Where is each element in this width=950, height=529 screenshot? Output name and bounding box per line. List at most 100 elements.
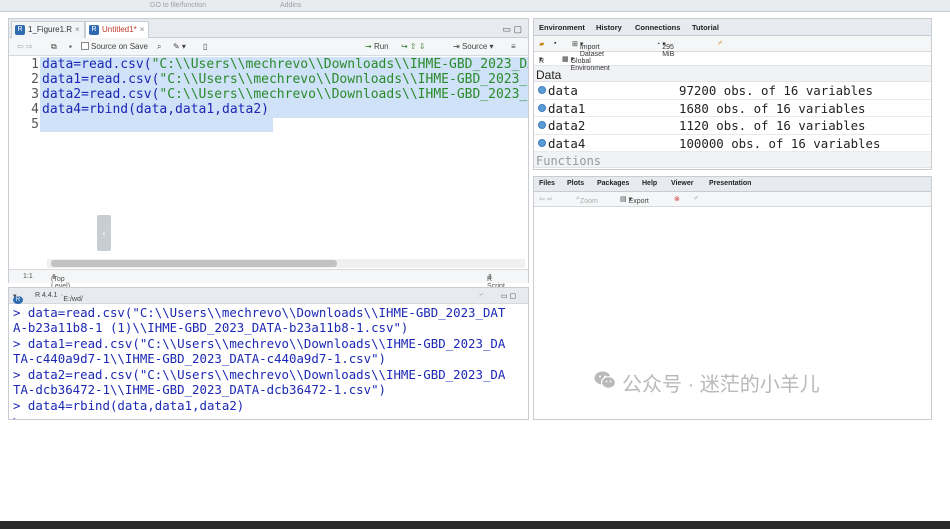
goto-file-field[interactable]: GO to file/function [150, 2, 206, 9]
language-selector[interactable]: R ▾ [539, 55, 544, 65]
tab-figure1[interactable]: R 1_Figure1.R × [11, 21, 85, 38]
horizontal-scrollbar[interactable] [47, 259, 525, 268]
scope-selector[interactable]: (Top Level) ⇕ [51, 273, 70, 290]
console-prompt[interactable]: > [13, 413, 20, 419]
collapse-pane-handle[interactable]: ‹ [97, 215, 111, 251]
selection-highlight [40, 118, 273, 132]
remove-plot-icon[interactable]: ⊗ [674, 195, 680, 203]
r-logo-icon: R ▾ [13, 292, 23, 304]
console-line: A-b23a11b8-1 (1)\\IHME-GBD_2023_DATA-b23… [13, 320, 409, 335]
tab-environment[interactable]: Environment [539, 23, 585, 32]
files-tab-bar: Files Plots Packages Help Viewer Present… [534, 177, 931, 192]
r-file-icon: R [15, 25, 25, 35]
tab-connections[interactable]: Connections [635, 23, 680, 32]
close-icon[interactable]: × [140, 25, 145, 34]
var-value: 97200 obs. of 16 variables [679, 83, 873, 98]
console-line: > data4=rbind(data,data1,data2) [13, 398, 245, 413]
tab-label: 1_Figure1.R [28, 25, 73, 34]
back-forward-icon[interactable]: ⇦ ⇨ [539, 195, 553, 203]
var-name: data1 [548, 100, 586, 116]
editor-tab-bar: R 1_Figure1.R × R Untitled1* × ▭ ▢ [9, 19, 528, 39]
var-name: data [548, 83, 578, 98]
console-line: TA-c440a9d7-1\\IHME-GBD_2023_DATA-c440a9… [13, 351, 386, 366]
top-toolbar-strip: GO to file/function Addins [0, 0, 950, 12]
tab-plots[interactable]: Plots [567, 180, 584, 187]
addins-menu[interactable]: Addins [280, 2, 301, 9]
wechat-icon [594, 371, 616, 389]
broom-icon[interactable]: ⌿ [718, 40, 722, 48]
r-version: R 4.4.1 [35, 292, 58, 299]
tab-history[interactable]: History [596, 23, 622, 32]
tab-packages[interactable]: Packages [597, 180, 629, 187]
console-line: TA-dcb36472-1\\IHME-GBD_2023_DATA-dcb364… [13, 382, 386, 397]
tab-tutorial[interactable]: Tutorial [692, 23, 719, 32]
tab-label: Untitled1* [102, 25, 137, 34]
console-line: > data2=read.csv("C:\\Users\\mechrevo\\D… [13, 367, 506, 382]
console-line: > data1=read.csv("C:\\Users\\mechrevo\\D… [13, 336, 506, 351]
code-line: data4=rbind(data,data1,data2) [42, 102, 269, 117]
tab-presentation[interactable]: Presentation [709, 180, 751, 187]
zoom-button[interactable]: ⌕ Zoom [576, 195, 598, 205]
save-icon[interactable]: ▪ [554, 40, 556, 47]
line-number: 4 [31, 102, 39, 117]
env-selector[interactable]: ▦ Global Environment ▾ [562, 55, 610, 72]
working-directory[interactable]: · E:/wd/ [61, 292, 83, 303]
tab-help[interactable]: Help [642, 180, 657, 187]
r-file-icon: R [89, 25, 99, 35]
tab-files[interactable]: Files [539, 180, 555, 187]
expand-icon[interactable] [538, 138, 546, 147]
export-button[interactable]: ▤ Export ▾ [620, 195, 649, 205]
var-name: data4 [548, 135, 586, 151]
rerun-icon[interactable]: ↪ ⇧ ⇩ [401, 42, 426, 51]
back-forward-icon[interactable]: ⇦ ⇨ [17, 42, 33, 51]
line-number: 2 [31, 72, 39, 87]
var-name: data2 [548, 118, 586, 133]
env-row[interactable]: data4 100000 obs. of 16 variables [534, 135, 931, 152]
pane-window-controls[interactable]: ▭ ▢ [501, 292, 516, 300]
search-icon[interactable]: ⌕ [157, 42, 161, 52]
code-line: data=read.csv("C:\\Users\\mechrevo\\Down… [42, 57, 528, 72]
editor-toolbar: ⇦ ⇨ ⧉ ▪ Source on Save ⌕ ✎ ▾ ▯ ➞ Run ↪ ⇧… [9, 38, 528, 56]
env-row[interactable]: data 97200 obs. of 16 variables [534, 82, 931, 100]
tab-untitled1[interactable]: R Untitled1* × [85, 21, 150, 39]
var-value: 1120 obs. of 16 variables [679, 118, 866, 133]
expand-icon[interactable] [538, 86, 546, 94]
section-functions: Functions [534, 152, 931, 168]
save-icon[interactable]: ▪ [69, 42, 72, 51]
pane-window-controls[interactable]: ▭ ▢ [502, 24, 522, 35]
env-row[interactable]: data1 1680 obs. of 16 variables [534, 100, 931, 117]
expand-icon[interactable] [538, 103, 546, 112]
code-area[interactable]: 1 data=read.csv("C:\\Users\\mechrevo\\Do… [9, 57, 528, 273]
run-button[interactable]: ➞ Run [365, 42, 389, 51]
outline-icon[interactable]: ≡ [511, 42, 516, 51]
editor-status-bar: 1:1 (Top Level) ⇕ R Script ⇕ [9, 269, 528, 290]
environment-tab-bar: Environment History Connections Tutorial [534, 19, 931, 36]
line-number: 3 [31, 87, 39, 102]
code-line: data1=read.csv("C:\\Users\\mechrevo\\Dow… [42, 72, 528, 87]
memory-usage[interactable]: ◔ 295 MiB ▾ [656, 40, 674, 58]
environment-scope-bar: R ▾ ▦ Global Environment ▾ [534, 52, 931, 72]
source-on-save-checkbox[interactable]: Source on Save [81, 42, 148, 51]
file-type-selector[interactable]: R Script ⇕ [487, 273, 505, 290]
env-row[interactable]: data2 1120 obs. of 16 variables [534, 117, 931, 135]
source-button[interactable]: ⇥ Source ▾ [453, 42, 494, 51]
var-value: 100000 obs. of 16 variables [679, 135, 881, 151]
broom-icon[interactable]: ⌿ [479, 292, 483, 300]
plots-toolbar: ⇦ ⇨ ⌕ Zoom ▤ Export ▾ ⊗ ⌿ [534, 192, 931, 207]
wand-icon[interactable]: ✎ ▾ [173, 42, 186, 51]
open-folder-icon[interactable]: ▰ [539, 40, 544, 48]
expand-icon[interactable] [538, 121, 546, 129]
show-in-window-icon[interactable]: ⧉ [51, 42, 57, 52]
tab-viewer[interactable]: Viewer [671, 180, 693, 187]
close-icon[interactable]: × [75, 25, 80, 34]
scrollbar-thumb[interactable] [51, 260, 337, 267]
import-dataset-button[interactable]: ⊞ Import Dataset ▾ [572, 40, 604, 58]
console-pane[interactable]: R ▾ R 4.4.1 · E:/wd/ ⌿ ▭ ▢ > data=read.c… [8, 287, 529, 420]
compile-report-icon[interactable]: ▯ [203, 42, 207, 51]
console-line: > data=read.csv("C:\\Users\\mechrevo\\Do… [13, 305, 506, 320]
cursor-position: 1:1 [23, 273, 33, 280]
broom-icon[interactable]: ⌿ [694, 195, 698, 203]
line-number: 1 [31, 57, 39, 72]
watermark-text: 公众号 · 迷茫的小羊儿 [622, 374, 820, 396]
environment-pane: Environment History Connections Tutorial… [533, 18, 932, 170]
